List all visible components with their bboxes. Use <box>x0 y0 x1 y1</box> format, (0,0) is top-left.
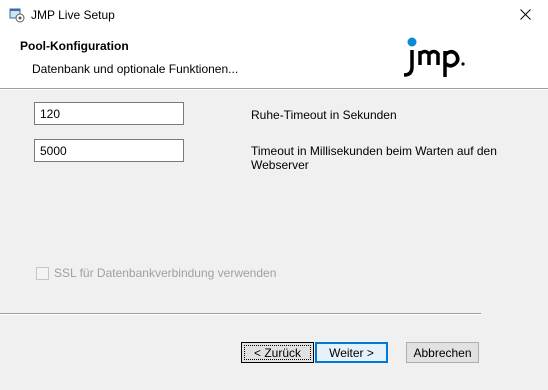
next-button[interactable]: Weiter > <box>315 342 388 363</box>
close-button[interactable] <box>502 0 548 31</box>
cancel-button[interactable]: Abbrechen <box>406 342 479 363</box>
webserver-timeout-input[interactable]: 5000 <box>34 139 184 162</box>
jmp-logo <box>398 35 470 81</box>
header-divider <box>0 88 548 90</box>
idle-timeout-input[interactable]: 120 <box>34 102 184 125</box>
webserver-timeout-label: Timeout in Millisekunden beim Warten auf… <box>251 144 497 172</box>
back-button[interactable]: < Zurück <box>241 342 314 363</box>
close-icon <box>519 8 531 23</box>
wizard-header: Pool-Konfiguration Datenbank und optiona… <box>0 31 548 88</box>
ssl-checkbox[interactable] <box>36 266 49 280</box>
page-subtitle: Datenbank und optionale Funktionen... <box>32 62 239 76</box>
footer-divider <box>0 313 481 315</box>
ssl-checkbox-label: SSL für Datenbankverbindung verwenden <box>54 266 277 280</box>
ssl-option[interactable]: SSL für Datenbankverbindung verwenden <box>36 266 276 280</box>
webserver-timeout-label-line2: Webserver <box>251 158 309 172</box>
installer-app-icon <box>9 7 25 23</box>
page-title: Pool-Konfiguration <box>20 39 129 53</box>
idle-timeout-label: Ruhe-Timeout in Sekunden <box>251 108 397 122</box>
title-bar: JMP Live Setup <box>0 0 548 31</box>
webserver-timeout-label-line1: Timeout in Millisekunden beim Warten auf… <box>251 144 497 158</box>
window-title: JMP Live Setup <box>31 8 115 22</box>
